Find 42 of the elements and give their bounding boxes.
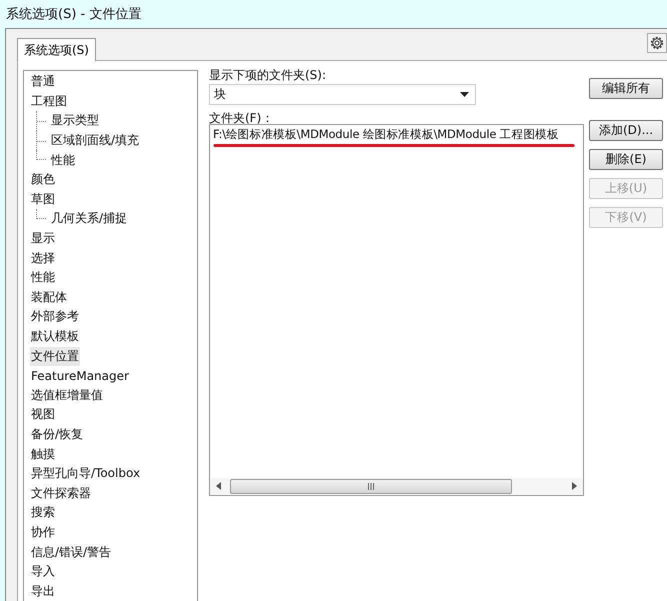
scroll-left-icon[interactable] [216,482,222,490]
tree-item[interactable]: 导入 [30,562,56,582]
tree-item[interactable]: 选择 [30,248,56,268]
tree-item[interactable]: 区域剖面线/填充 [50,131,140,150]
tree-item[interactable]: 信息/错误/警告 [30,542,112,562]
tree-item[interactable]: 显示 [30,229,56,248]
tree-item[interactable]: 文件位置 [30,346,80,366]
action-button[interactable]: 添加(D)... [589,120,663,141]
tree-item[interactable]: 草图 [30,190,56,209]
tree-item[interactable]: 触摸 [30,444,56,464]
tree-item[interactable]: 导出 [30,582,56,601]
tree-item[interactable]: 外部参考 [30,307,80,326]
tree-item[interactable]: 视图 [30,405,56,424]
action-button[interactable]: 删除(E) [589,149,663,170]
dropdown-arrow-icon [460,92,469,97]
folder-type-dropdown[interactable]: 块 [209,84,476,105]
tree-item[interactable]: 几何关系/捕捉 [50,209,128,228]
field-label: 显示下项的文件夹(S): [209,67,328,84]
tree-item[interactable]: 备份/恢复 [30,424,84,444]
tree-item[interactable]: 性能 [30,268,56,288]
scroll-thumb[interactable] [230,478,512,494]
tree-item[interactable]: 默认模板 [30,327,80,346]
tree-item[interactable]: 性能 [50,150,76,170]
action-button[interactable]: 编辑所有 [589,78,663,99]
scroll-right-icon[interactable] [571,482,577,490]
tree-item[interactable]: 装配体 [30,288,68,307]
tree-item[interactable]: 选值框增量值 [30,386,104,405]
tree-item[interactable]: FeatureManager [30,368,130,384]
tree-item[interactable]: 协作 [30,522,56,542]
tab[interactable]: 系统选项(S) [17,38,96,61]
folder-path[interactable]: F:\绘图标准模板\MDModule 绘图标准模板\MDModule 工程图模板 [213,127,580,142]
settings-icon[interactable] [647,33,667,53]
field-label: 文件夹(F)： [209,110,274,124]
tree-item[interactable]: 普通 [30,72,56,92]
window-title: 系统选项(S) - 文件位置 [6,6,142,23]
horizontal-scrollbar[interactable] [210,478,583,494]
tree-item[interactable]: 搜索 [30,503,56,522]
tree-item[interactable]: 工程图 [30,92,68,111]
tree-item[interactable]: 文件探索器 [30,484,92,503]
tree-item[interactable]: 颜色 [30,170,56,190]
tree-item[interactable]: 显示类型 [50,111,100,130]
tree-item[interactable]: 异型孔向导/Toolbox [30,464,142,484]
